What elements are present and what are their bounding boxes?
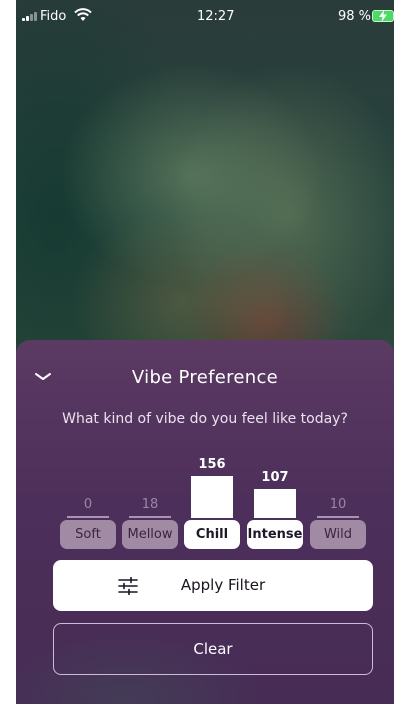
battery-charging-icon: [372, 10, 394, 22]
clear-button[interactable]: Clear: [53, 623, 373, 675]
vibe-chip-intense[interactable]: Intense: [247, 520, 303, 549]
vibe-intense: 107 Intense: [246, 450, 304, 549]
carrier-name: Fido: [40, 9, 67, 24]
vibe-chip-soft[interactable]: Soft: [60, 520, 116, 549]
vibe-bar: [67, 516, 109, 518]
vibe-count: 107: [261, 470, 289, 485]
vibe-soft: 0 Soft: [59, 450, 117, 549]
vibe-count: 18: [141, 497, 159, 512]
status-bar: Fido 12:27 98 %: [16, 0, 394, 30]
clock: 12:27: [197, 9, 235, 24]
vibe-mellow: 18 Mellow: [121, 450, 179, 549]
vibe-bar: [254, 489, 296, 518]
clear-label: Clear: [193, 640, 233, 658]
wifi-icon: [74, 8, 92, 21]
vibe-question: What kind of vibe do you feel like today…: [62, 411, 348, 427]
vibe-count: 10: [329, 497, 347, 512]
app-screen: Fido 12:27 98 % Vibe Preference What kin…: [16, 0, 394, 704]
signal-icon: [22, 12, 40, 21]
vibe-chill: 156 Chill: [183, 450, 241, 549]
apply-filter-button[interactable]: Apply Filter: [53, 560, 373, 611]
battery-percentage: 98 %: [338, 9, 372, 24]
vibe-preference-sheet: Vibe Preference What kind of vibe do you…: [16, 340, 394, 704]
sheet-title: Vibe Preference: [131, 367, 279, 388]
apply-filter-label: Apply Filter: [180, 576, 266, 594]
vibe-chip-chill[interactable]: Chill: [184, 520, 240, 549]
vibe-count: 0: [83, 497, 93, 512]
vibe-chip-wild[interactable]: Wild: [310, 520, 366, 549]
vibe-count: 156: [198, 457, 226, 472]
vibe-bar: [191, 476, 233, 518]
vibe-bar: [317, 516, 359, 518]
vibe-wild: 10 Wild: [309, 450, 367, 549]
vibe-bar: [129, 516, 171, 518]
vibe-chip-mellow[interactable]: Mellow: [122, 520, 178, 549]
